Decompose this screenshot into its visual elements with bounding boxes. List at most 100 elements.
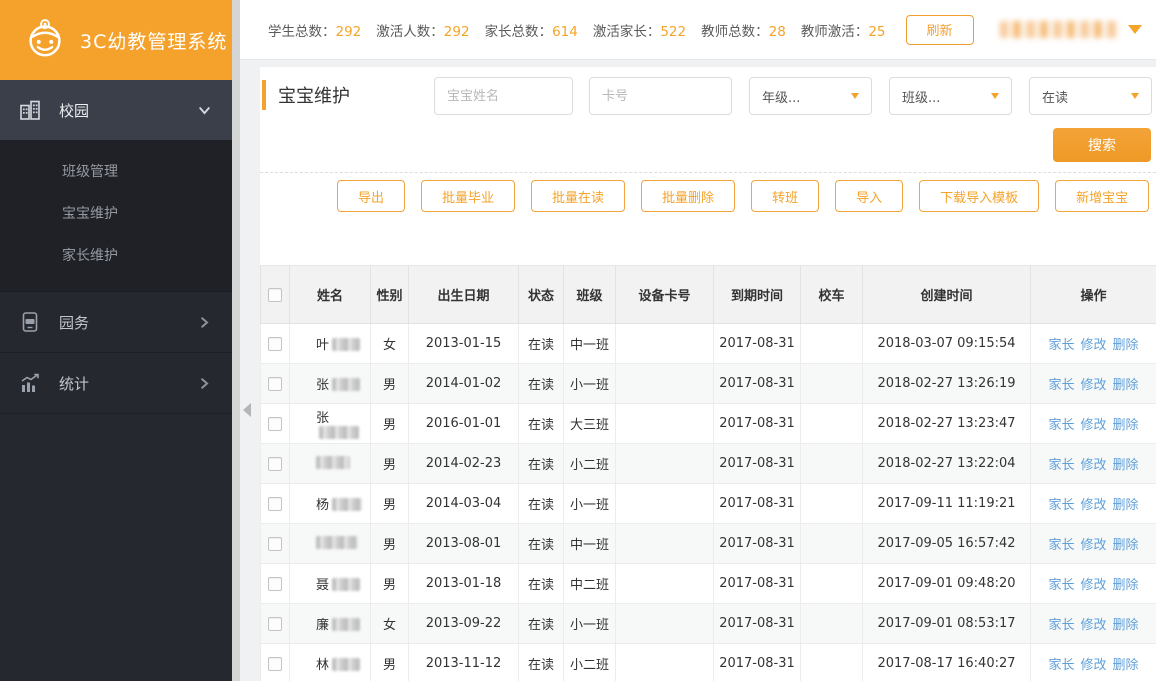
- row-action-修改[interactable]: 修改: [1080, 498, 1106, 513]
- card-number-input[interactable]: [589, 77, 732, 115]
- row-action-修改[interactable]: 修改: [1080, 418, 1106, 433]
- row-action-删除[interactable]: 删除: [1113, 458, 1139, 473]
- cell-expire: 2017-08-31: [713, 563, 801, 604]
- name-visible-char: 叶: [316, 338, 330, 353]
- row-checkbox[interactable]: [268, 616, 282, 631]
- row-action-家长[interactable]: 家长: [1048, 418, 1074, 433]
- table-row: 张 男 2014-01-02 在读 小一班 2017-08-31 2018-02-27 13…: [260, 363, 1156, 404]
- submenu-item-宝宝维护[interactable]: 宝宝维护: [0, 193, 232, 235]
- status-select[interactable]: 在读: [1029, 77, 1152, 115]
- cell-actions: 家长 修改 删除: [1030, 483, 1156, 524]
- row-action-家长[interactable]: 家长: [1048, 578, 1074, 593]
- action-button-批量删除[interactable]: 批量删除: [641, 180, 736, 212]
- cell-device_card: [615, 603, 714, 644]
- name-redacted-blur: [332, 378, 361, 391]
- header-cell-性别: 性别: [370, 265, 409, 324]
- row-checkbox[interactable]: [268, 376, 282, 391]
- row-checkbox[interactable]: [268, 456, 282, 471]
- row-action-删除[interactable]: 删除: [1113, 498, 1139, 513]
- action-button-批量在读[interactable]: 批量在读: [531, 180, 626, 212]
- page-title-block: 宝宝维护: [262, 80, 350, 110]
- action-button-下载导入模板[interactable]: 下载导入模板: [919, 180, 1040, 212]
- row-checkbox[interactable]: [268, 416, 282, 431]
- row-action-删除[interactable]: 删除: [1113, 418, 1139, 433]
- action-button-导出[interactable]: 导出: [337, 180, 406, 212]
- row-action-家长[interactable]: 家长: [1048, 458, 1074, 473]
- submenu-item-班级管理[interactable]: 班级管理: [0, 151, 232, 193]
- row-checkbox[interactable]: [268, 496, 282, 511]
- baby-name-input[interactable]: [434, 77, 573, 115]
- cell-class: 小二班: [563, 443, 616, 484]
- cell-name: 叶: [289, 323, 371, 364]
- sidebar-item-校园[interactable]: 校园: [0, 80, 232, 141]
- cell-bus: [800, 483, 863, 524]
- action-button-转班[interactable]: 转班: [751, 180, 820, 212]
- row-action-删除[interactable]: 删除: [1113, 578, 1139, 593]
- class-select[interactable]: 班级...: [889, 77, 1012, 115]
- row-action-家长[interactable]: 家长: [1048, 498, 1074, 513]
- cell-gender: 男: [370, 563, 409, 604]
- row-action-修改[interactable]: 修改: [1080, 338, 1106, 353]
- cell-class: 中一班: [563, 323, 616, 364]
- stat-value: 292: [335, 23, 362, 40]
- cell-gender: 男: [370, 523, 409, 564]
- cell-created: 2018-02-27 13:22:04: [862, 443, 1031, 484]
- bar-chart-icon: [18, 371, 42, 395]
- action-button-新增宝宝[interactable]: 新增宝宝: [1055, 180, 1150, 212]
- sidebar-item-统计[interactable]: 统计: [0, 353, 232, 414]
- cell-birth: 2013-01-18: [408, 563, 519, 604]
- row-action-修改[interactable]: 修改: [1080, 378, 1106, 393]
- row-action-家长[interactable]: 家长: [1048, 338, 1074, 353]
- submenu-item-家长维护[interactable]: 家长维护: [0, 235, 232, 277]
- cell-bus: [800, 563, 863, 604]
- cell-status: 在读: [518, 643, 564, 681]
- row-action-修改[interactable]: 修改: [1080, 578, 1106, 593]
- name-redacted-blur: [332, 338, 361, 351]
- action-button-导入[interactable]: 导入: [835, 180, 904, 212]
- row-checkbox[interactable]: [268, 656, 282, 671]
- cell-bus: [800, 403, 863, 444]
- row-select-cell: [260, 563, 290, 604]
- row-action-家长[interactable]: 家长: [1048, 658, 1074, 673]
- refresh-button[interactable]: 刷新: [905, 14, 974, 45]
- row-action-修改[interactable]: 修改: [1080, 538, 1106, 553]
- cell-status: 在读: [518, 483, 564, 524]
- sidebar-collapse-handle[interactable]: [243, 403, 251, 417]
- sidebar-item-园务[interactable]: 园务: [0, 292, 232, 353]
- row-action-删除[interactable]: 删除: [1113, 538, 1139, 553]
- stat-value: 292: [443, 23, 470, 40]
- row-action-修改[interactable]: 修改: [1080, 618, 1106, 633]
- row-action-家长[interactable]: 家长: [1048, 618, 1074, 633]
- row-action-修改[interactable]: 修改: [1080, 458, 1106, 473]
- stat-value: 25: [868, 23, 886, 40]
- row-checkbox[interactable]: [268, 576, 282, 591]
- row-checkbox[interactable]: [268, 536, 282, 551]
- row-action-删除[interactable]: 删除: [1113, 618, 1139, 633]
- select-all-checkbox[interactable]: [268, 287, 282, 302]
- cell-actions: 家长 修改 删除: [1030, 323, 1156, 364]
- search-button[interactable]: 搜索: [1053, 128, 1151, 162]
- cell-device_card: [615, 403, 714, 444]
- user-menu[interactable]: [1000, 21, 1142, 38]
- cell-gender: 女: [370, 603, 409, 644]
- row-action-删除[interactable]: 删除: [1113, 378, 1139, 393]
- action-button-批量毕业[interactable]: 批量毕业: [421, 180, 516, 212]
- row-checkbox[interactable]: [268, 336, 282, 351]
- cell-created: 2017-09-05 16:57:42: [862, 523, 1031, 564]
- stat-colon: ：: [538, 23, 553, 40]
- row-action-家长[interactable]: 家长: [1048, 538, 1074, 553]
- sidebar-edge-strip: [232, 0, 240, 681]
- row-action-删除[interactable]: 删除: [1113, 658, 1139, 673]
- cell-bus: [800, 523, 863, 564]
- table-row: 男 2014-02-23 在读 小二班 2017-08-31 2018-02-27 13:…: [260, 443, 1156, 484]
- robot-face-icon: [22, 15, 68, 65]
- cell-gender: 男: [370, 403, 409, 444]
- grade-select[interactable]: 年级...: [749, 77, 872, 115]
- cell-created: 2017-08-17 16:40:27: [862, 643, 1031, 681]
- row-action-修改[interactable]: 修改: [1080, 658, 1106, 673]
- row-action-家长[interactable]: 家长: [1048, 378, 1074, 393]
- app-device-icon: [18, 310, 42, 334]
- row-action-删除[interactable]: 删除: [1113, 338, 1139, 353]
- stat-colon: ：: [646, 23, 661, 40]
- cell-bus: [800, 603, 863, 644]
